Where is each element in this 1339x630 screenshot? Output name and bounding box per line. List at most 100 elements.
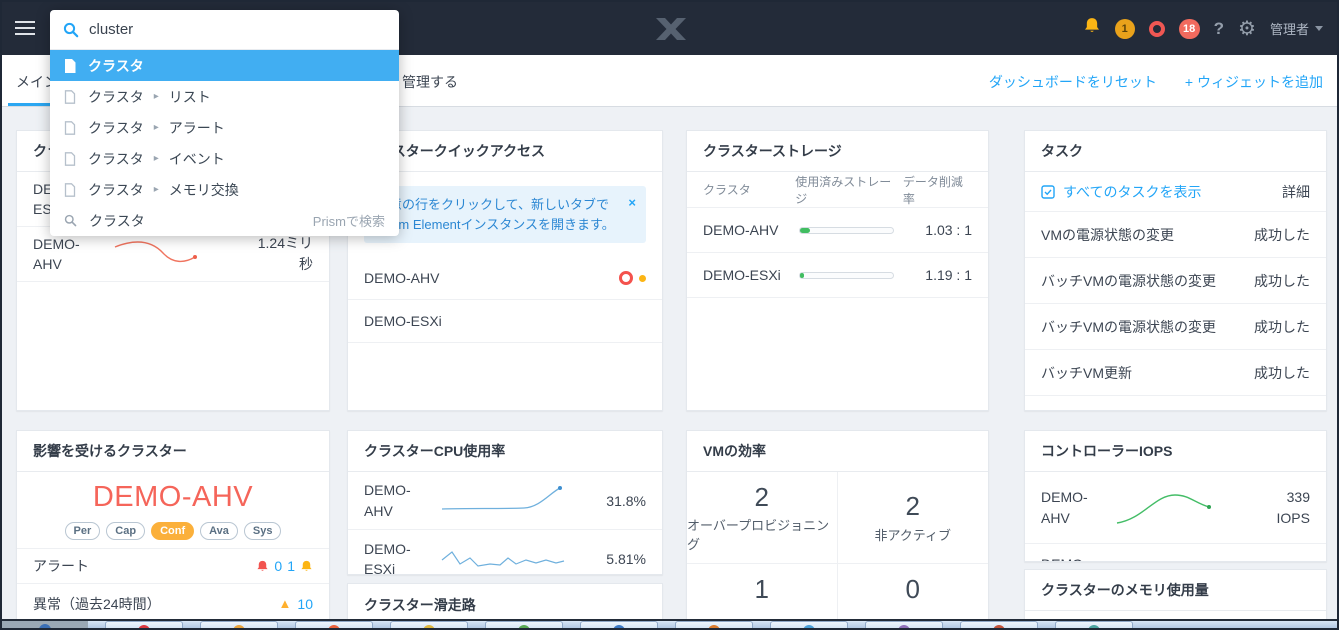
info-banner-text: 任意の行をクリックして、新しいタブでPrism Elementインスタンスを開き… [376,197,615,232]
taskbar-button[interactable] [865,621,943,628]
task-row[interactable]: バッチVM更新 成功した [1025,350,1326,396]
widget-title: クラスターのメモリ使用量 [1025,570,1326,611]
search-result-item[interactable]: クラスタ ▸ アラート [50,112,399,143]
alerts-label: アラート [33,558,89,574]
anomaly-count[interactable]: 10 [297,596,313,612]
pill-ava[interactable]: Ava [200,522,238,540]
alert-count-badge[interactable]: 18 [1178,18,1200,39]
anomaly-row: 異常（過去24時間） ▲ 10 [17,584,329,622]
file-icon [64,151,76,166]
notification-count-badge[interactable]: 1 [1114,18,1135,39]
details-link[interactable]: 詳細 [1282,182,1310,202]
nutanix-x-logo[interactable] [656,18,686,45]
vm-eff-cell[interactable]: 2 非アクティブ [837,472,988,564]
impacted-cluster-name[interactable]: DEMO-AHV [17,481,329,514]
pill-conf[interactable]: Conf [151,522,195,540]
task-row[interactable]: VM削除 成功した [1025,396,1326,410]
search-result-item[interactable]: クラスタ ▸ リスト [50,81,399,112]
start-button[interactable] [2,621,88,628]
taskbar-button[interactable] [1055,621,1133,628]
taskbar-button[interactable] [770,621,848,628]
search-result-label: クラスタ [88,150,144,167]
table-row[interactable]: DEMO-AHV 1.03 : 1 [687,208,988,253]
vm-eff-cell[interactable]: 0 [838,564,989,622]
search-result-item[interactable]: クラスタ [50,50,399,81]
view-all-tasks-link[interactable]: すべてのタスクを表示 [1063,182,1201,202]
add-widget-link[interactable]: + ウィジェットを追加 [1185,72,1323,92]
pill-cap[interactable]: Cap [106,522,146,540]
vm-eff-cell[interactable]: 1 [687,564,838,622]
alert-ring-icon[interactable] [1148,20,1165,37]
taskbar-button[interactable] [390,621,468,628]
cluster-name: DEMO-AHV [364,482,411,519]
column-storage-used: 使用済みストレージ [795,174,892,206]
search-result-item[interactable]: クラスタ ▸ メモリ交換 [50,174,399,205]
search-result-item[interactable]: クラスタ ▸ イベント [50,143,399,174]
taskbar-button[interactable] [485,621,563,628]
table-row[interactable]: DEMO-ESXi 5.81% [348,530,662,574]
critical-alert-count[interactable]: 0 [274,558,282,574]
breadcrumb-arrow-icon: ▸ [153,184,159,195]
table-header-row: クラスタ 使用済みストレージ データ削減率 [687,172,988,208]
chevron-down-icon [1315,26,1323,31]
widget-title: コントローラーIOPS [1025,431,1326,472]
data-reduction-ratio: 1.03 : 1 [925,222,972,238]
cluster-name: DEMO-AHV [33,235,80,272]
search-input[interactable] [89,21,386,38]
pill-per[interactable]: Per [64,522,101,540]
file-icon [64,120,76,135]
user-menu[interactable]: 管理者 [1270,19,1323,38]
search-result-label: クラスタ [88,57,144,74]
taskbar-button[interactable] [295,621,373,628]
vm-eff-cell[interactable]: 2 オーバープロビジョニング [687,472,838,564]
warning-alert-count[interactable]: 1 [287,558,295,574]
impact-category-pills: Per Cap Conf Ava Sys [17,522,329,540]
taskbar-button[interactable] [580,621,658,628]
user-name-label: 管理者 [1269,22,1309,37]
cluster-name: DEMO-ESXi [703,267,781,283]
taskbar-button[interactable] [105,621,183,628]
widget-title: 影響を受けるクラスター [17,431,329,472]
task-row[interactable]: バッチVMの電源状態の変更 成功した [1025,304,1326,350]
search-result-label: クラスタ [89,212,145,229]
pill-sys[interactable]: Sys [243,522,282,540]
notification-bell-icon[interactable] [1083,17,1101,40]
widget-cluster-storage: クラスターストレージ クラスタ 使用済みストレージ データ削減率 DEMO-AH… [686,130,989,411]
taskbar-button[interactable] [675,621,753,628]
anomaly-label: 異常（過去24時間） [33,595,161,612]
search-icon [64,214,77,227]
table-row[interactable]: DEMO-AHV [348,257,662,300]
table-row[interactable]: DEMO-AHV 339 IOPS [1025,472,1326,544]
table-row[interactable]: DEMO-ESXi 1.19 : 1 [687,253,988,298]
taskbar-button[interactable] [200,621,278,628]
task-name: バッチVM更新 [1041,364,1132,381]
windows-taskbar[interactable] [2,619,1337,628]
reset-dashboard-link[interactable]: ダッシュボードをリセット [989,72,1157,92]
warning-status-dot-icon [639,274,646,282]
task-row[interactable]: VMの電源状態の変更 成功した [1025,212,1326,258]
file-icon [65,58,76,73]
breadcrumb-arrow-icon: ▸ [153,91,159,102]
table-row[interactable]: DEMO-ESXi [348,300,662,343]
search-result-item[interactable]: クラスタ Prismで検索 [50,205,399,236]
manage-dashboards-label[interactable]: 管理する [402,72,458,92]
help-icon[interactable]: ? [1214,19,1224,39]
widget-title: クラスターCPU使用率 [348,431,662,472]
task-status: 成功した [1254,226,1310,243]
search-result-label: クラスタ [88,119,144,136]
hamburger-menu-icon[interactable] [15,21,37,37]
search-in-prism-hint: Prismで検索 [312,214,385,229]
close-icon[interactable]: × [628,193,636,213]
latency-value: 1.24ミリ秒 [257,235,313,272]
task-row[interactable]: バッチVMの電源状態の変更 成功した [1025,258,1326,304]
iops-value: 339 IOPS [1276,488,1310,526]
gear-icon[interactable]: ⚙ [1238,19,1256,39]
task-status: 成功した [1254,408,1310,410]
taskbar-button[interactable] [960,621,1038,628]
table-row[interactable]: DEMO-ESXi [1025,544,1326,561]
search-result-sublabel: メモリ交換 [168,181,239,198]
vm-eff-count: 1 [754,574,769,604]
table-row[interactable]: DEMO-AHV 31.8% [348,472,662,530]
vm-eff-label: オーバープロビジョニング [687,518,830,553]
column-cluster: クラスタ [703,183,751,197]
